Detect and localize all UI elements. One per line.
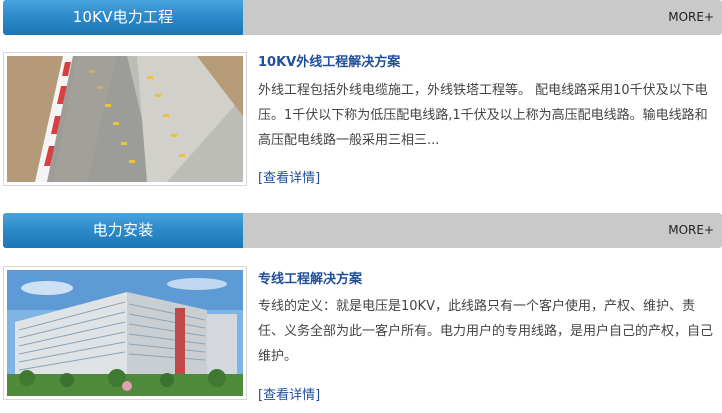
article-title[interactable]: 专线工程解决方案 bbox=[258, 268, 362, 287]
article-thumbnail[interactable] bbox=[3, 266, 247, 400]
section-title: 10KV电力工程 bbox=[3, 0, 243, 35]
section-title: 电力安装 bbox=[3, 213, 243, 248]
building-photo-icon bbox=[7, 270, 243, 396]
more-link[interactable]: MORE+ bbox=[668, 0, 714, 35]
section-header: 10KV电力工程 MORE+ bbox=[3, 0, 722, 35]
more-link[interactable]: MORE+ bbox=[668, 213, 714, 248]
article-title[interactable]: 10KV外线工程解决方案 bbox=[258, 51, 400, 70]
section-10kv-power: 10KV电力工程 MORE+ 10KV外线工程解决方案 外线工程包括外线电缆施工… bbox=[0, 0, 722, 206]
article-description: 外线工程包括外线电缆施工，外线铁塔工程等。 配电线路采用10千伏及以下电压。1千… bbox=[258, 83, 708, 148]
article-thumbnail[interactable] bbox=[3, 52, 247, 186]
view-details-link[interactable]: [查看详情] bbox=[258, 167, 320, 186]
section-header: 电力安装 MORE+ bbox=[3, 213, 722, 248]
view-details-link[interactable]: [查看详情] bbox=[258, 384, 320, 403]
article-description: 专线的定义：就是电压是10KV，此线路只有一个客户使用，产权、维护、责任、义务全… bbox=[258, 299, 714, 364]
cable-trench-photo-icon bbox=[7, 56, 243, 182]
section-power-installation: 电力安装 MORE+ 专线工程解决方案 专线的定义：就是电压是10KV，此线路只… bbox=[0, 213, 722, 413]
